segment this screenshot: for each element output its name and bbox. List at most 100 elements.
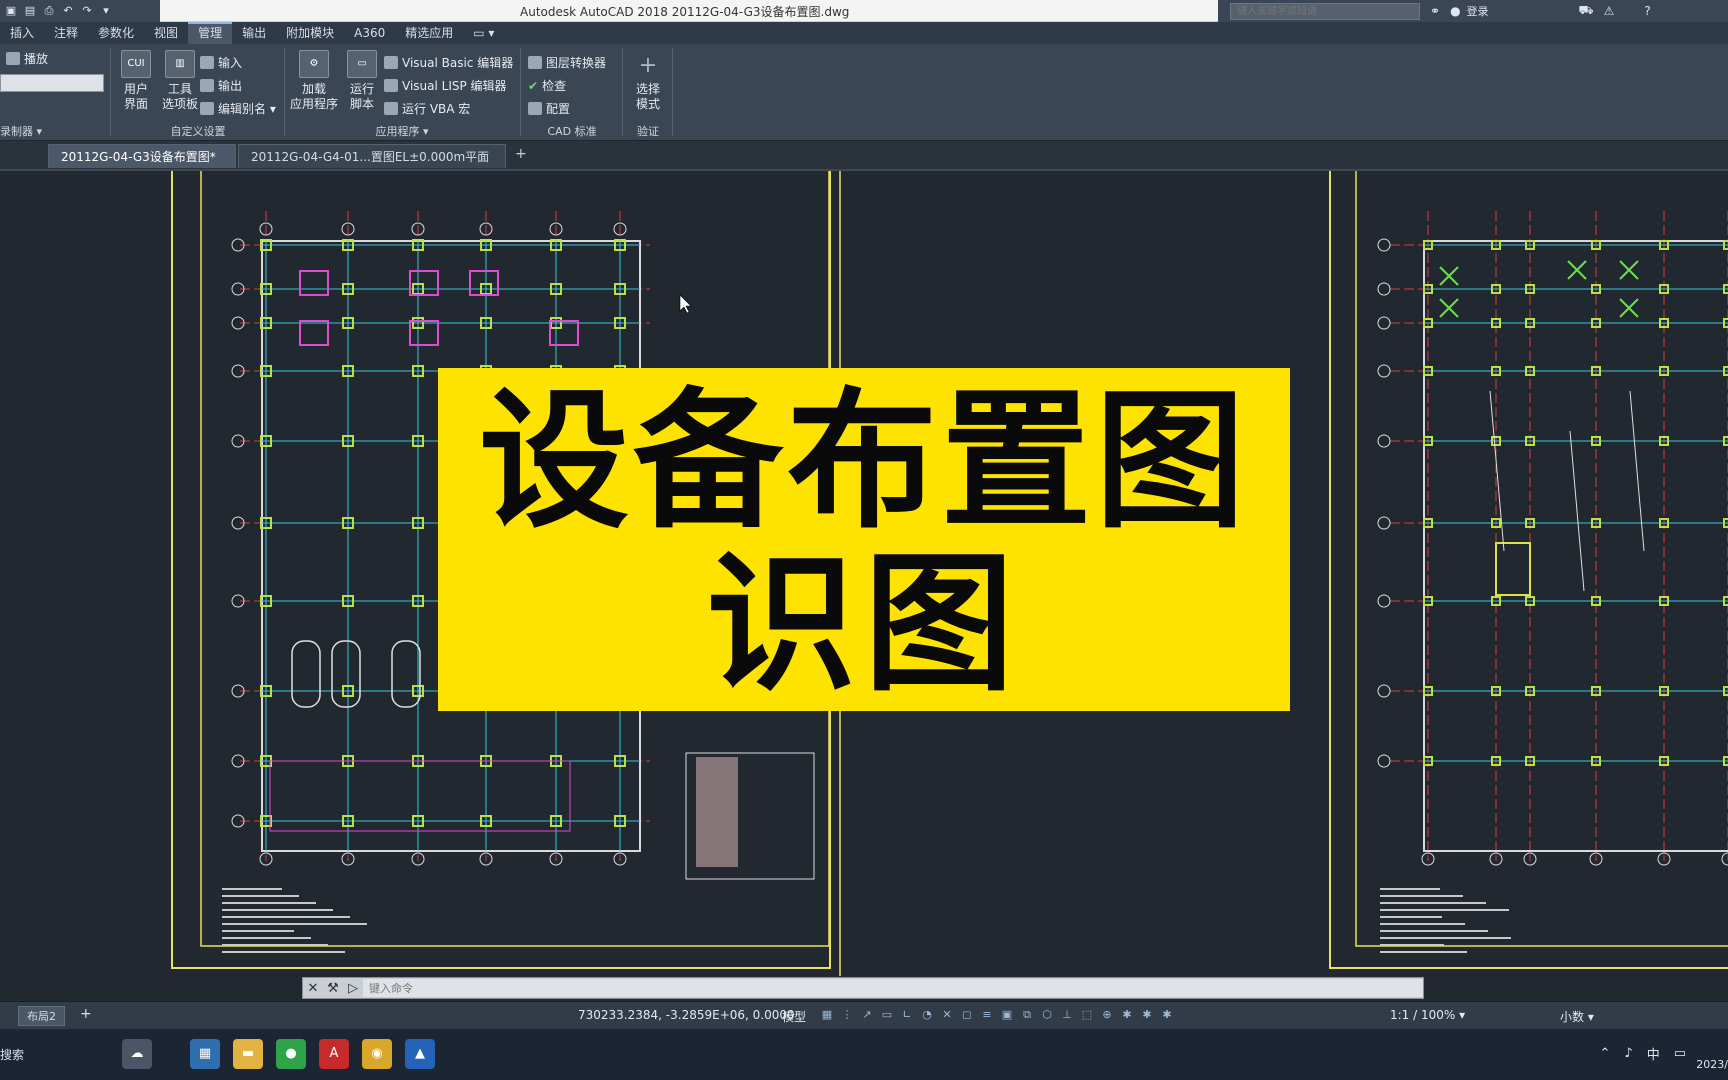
layer-translator-icon	[528, 56, 542, 69]
autocad-app-icon[interactable]: A	[319, 1039, 349, 1069]
calculator-icon[interactable]: ▦	[190, 1039, 220, 1069]
search-input[interactable]	[1230, 2, 1420, 20]
isodraft-icon[interactable]: ✕	[940, 1007, 954, 1023]
action-recorder-label[interactable]: 录制器 ▾	[0, 123, 108, 139]
cart-icon[interactable]: ⛟	[1579, 3, 1594, 19]
selection-cycling-icon[interactable]: ⧉	[1020, 1007, 1034, 1023]
wechat-icon[interactable]: ●	[276, 1039, 306, 1069]
annotation-scale-icon[interactable]: ✱	[1160, 1007, 1174, 1023]
login-link[interactable]: 登录	[1467, 3, 1489, 19]
photos-icon[interactable]: ▲	[405, 1039, 435, 1069]
vb-editor-button[interactable]: Visual Basic 编辑器	[384, 54, 513, 71]
redo-icon[interactable]: ↷	[80, 4, 94, 18]
units-dropdown[interactable]: 小数 ▾	[1560, 1008, 1594, 1025]
osnap-icon[interactable]: ◻	[960, 1007, 974, 1023]
tab-view[interactable]: 视图	[144, 22, 188, 44]
title-bar: ▣ ▤ ⎙ ↶ ↷ ▾ Autodesk AutoCAD 2018 20112G…	[0, 0, 1728, 22]
tab-addins[interactable]: 附加模块	[276, 22, 344, 44]
annotation-visibility-icon[interactable]: ✱	[1120, 1007, 1134, 1023]
file-tab-g3[interactable]: 20112G-04-G3设备布置图*	[48, 144, 236, 168]
play-button[interactable]: 播放	[6, 50, 48, 67]
taskbar-search[interactable]: 搜索	[0, 1046, 24, 1063]
dynamic-ucs-icon[interactable]: ⊥	[1060, 1007, 1074, 1023]
chevron-up-icon[interactable]: ⌃	[1599, 1046, 1610, 1061]
export-button[interactable]: 输出	[200, 77, 242, 94]
configure-button[interactable]: 配置	[528, 100, 570, 117]
weather-icon[interactable]: ☁	[122, 1039, 152, 1069]
tab-featured-apps[interactable]: 精选应用	[395, 22, 463, 44]
open-icon[interactable]: ▣	[4, 4, 18, 18]
select-mode-button[interactable]: + 选择 模式	[624, 50, 672, 112]
3d-osnap-icon[interactable]: ⬡	[1040, 1007, 1054, 1023]
transparency-icon[interactable]: ▣	[1000, 1007, 1014, 1023]
layer-translator-button[interactable]: 图层转换器	[528, 54, 606, 71]
tab-output[interactable]: 输出	[232, 22, 276, 44]
tab-manage[interactable]: 管理	[188, 22, 233, 44]
tab-more-icon[interactable]: ▭ ▾	[463, 22, 504, 44]
gizmo-icon[interactable]: ⊕	[1100, 1007, 1114, 1023]
equipment-cross	[1619, 298, 1639, 318]
help-icon[interactable]: ?	[1644, 4, 1650, 18]
autocad-window: ▣ ▤ ⎙ ↶ ↷ ▾ Autodesk AutoCAD 2018 20112G…	[0, 0, 1728, 1080]
tab-a360[interactable]: A360	[344, 22, 395, 44]
tab-insert[interactable]: 插入	[0, 22, 44, 44]
check-button[interactable]: ✔ 检查	[528, 77, 566, 94]
infer-icon[interactable]: ↗	[860, 1007, 874, 1023]
check-icon: ✔	[528, 79, 539, 93]
layout-tab[interactable]: 布局2	[18, 1006, 65, 1026]
new-tab-plus-icon[interactable]: +	[515, 146, 527, 162]
tab-parametric[interactable]: 参数化	[88, 22, 144, 44]
lisp-editor-button[interactable]: Visual LISP 编辑器	[384, 77, 507, 94]
snap-icon[interactable]: ⋮	[840, 1007, 854, 1023]
run-script-button[interactable]: ▭ 运行 脚本	[342, 50, 382, 112]
selection-filter-icon[interactable]: ⬚	[1080, 1007, 1094, 1023]
user-interface-button[interactable]: CUI 用户 界面	[116, 50, 156, 112]
vessel-outline	[331, 640, 361, 708]
file-tab-g4[interactable]: 20112G-04-G4-01...置图EL±0.000m平面*	[238, 144, 506, 188]
cui-icon: CUI	[121, 50, 151, 78]
binoculars-icon[interactable]: ⚭	[1430, 4, 1440, 18]
equipment-cross	[1567, 260, 1587, 280]
undo-icon[interactable]: ↶	[61, 4, 75, 18]
grid-icon[interactable]: ▦	[820, 1007, 834, 1023]
chrome-icon[interactable]: ◉	[362, 1039, 392, 1069]
load-application-button[interactable]: ⚙ 加载 应用程序	[288, 50, 340, 112]
tool-palettes-button[interactable]: ▥ 工具 选项板	[158, 50, 202, 112]
annotation-scale-dropdown[interactable]: 1:1 / 100% ▾	[1390, 1008, 1465, 1022]
file-explorer-icon[interactable]: ▬	[233, 1039, 263, 1069]
add-layout-plus-icon[interactable]: +	[80, 1006, 92, 1022]
ime-language[interactable]: 中	[1647, 1044, 1660, 1063]
print-icon[interactable]: ⎙	[42, 4, 56, 18]
qat-dropdown-icon[interactable]: ▾	[99, 4, 113, 18]
axis-bubble-left	[1377, 364, 1391, 378]
lineweight-icon[interactable]: ≡	[980, 1007, 994, 1023]
model-space-button[interactable]: 模型	[782, 1008, 806, 1025]
axis-bubble-left	[1377, 684, 1391, 698]
axis-bubble-left	[1377, 516, 1391, 530]
applications-panel-label[interactable]: 应用程序 ▾	[286, 123, 518, 139]
axis-bubble-left	[1377, 754, 1391, 768]
exchange-icon[interactable]: ⚠	[1604, 4, 1615, 18]
ortho-icon[interactable]: ∟	[900, 1007, 914, 1023]
close-icon[interactable]: ✕	[303, 981, 323, 996]
mouse-cursor	[679, 294, 692, 314]
macro-dropdown[interactable]	[0, 74, 104, 92]
import-button[interactable]: 输入	[200, 54, 242, 71]
command-input[interactable]	[363, 979, 1423, 997]
user-icon[interactable]: ●	[1450, 4, 1460, 18]
axis-bubble-left	[1377, 434, 1391, 448]
polar-icon[interactable]: ◔	[920, 1007, 934, 1023]
notification-icon[interactable]: ▭	[1674, 1046, 1686, 1061]
vb-icon	[384, 56, 398, 69]
edit-aliases-button[interactable]: 编辑别名 ▾	[200, 100, 276, 117]
save-icon[interactable]: ▤	[23, 4, 37, 18]
equipment-cross	[1619, 260, 1639, 280]
wrench-icon[interactable]: ⚒	[323, 981, 343, 996]
windows-taskbar: 搜索 ☁ ▦ ▬ ● A ◉ ▲ ⌃ ♪ 中 ▭ 2023/	[0, 1030, 1728, 1080]
clock[interactable]: 2023/	[1696, 1058, 1728, 1071]
run-vba-button[interactable]: 运行 VBA 宏	[384, 100, 470, 117]
microphone-icon[interactable]: ♪	[1624, 1046, 1632, 1061]
dynamic-input-icon[interactable]: ▭	[880, 1007, 894, 1023]
auto-scale-icon[interactable]: ✱	[1140, 1007, 1154, 1023]
tab-annotate[interactable]: 注释	[44, 22, 88, 44]
